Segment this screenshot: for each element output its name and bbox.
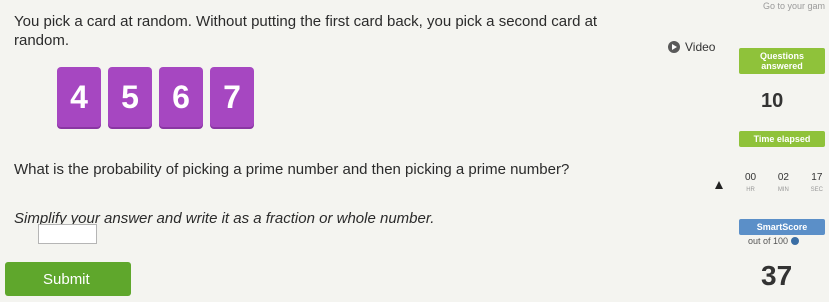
video-link[interactable]: Video bbox=[668, 40, 715, 54]
answer-input[interactable] bbox=[38, 224, 97, 244]
card: 5 bbox=[108, 67, 152, 127]
top-link[interactable]: Go to your gam bbox=[763, 1, 825, 11]
video-label: Video bbox=[685, 40, 716, 54]
card: 6 bbox=[159, 67, 203, 127]
timer: 00 HR 02 MIN 17 SEC bbox=[745, 172, 823, 193]
submit-button[interactable]: Submit bbox=[5, 262, 131, 296]
question-intro: You pick a card at random. Without putti… bbox=[14, 13, 598, 49]
smartscore-subtext: out of 100 bbox=[748, 236, 800, 246]
probability-question: What is the probability of picking a pri… bbox=[14, 161, 570, 178]
cursor-icon bbox=[715, 181, 723, 189]
questions-answered-label: Questions answered bbox=[739, 48, 825, 74]
timer-hours: 00 HR bbox=[745, 172, 757, 193]
timer-minutes: 02 MIN bbox=[777, 172, 789, 193]
card: 7 bbox=[210, 67, 254, 127]
timer-seconds: 17 SEC bbox=[810, 172, 823, 193]
questions-answered-value: 10 bbox=[761, 90, 784, 112]
time-elapsed-label: Time elapsed bbox=[739, 131, 825, 147]
play-icon bbox=[668, 41, 680, 53]
card: 4 bbox=[57, 67, 101, 127]
card-row: 4 5 6 7 bbox=[57, 67, 254, 127]
smartscore-subtext-text: out of 100 bbox=[748, 236, 789, 246]
smartscore-value: 37 bbox=[761, 260, 793, 291]
info-icon[interactable] bbox=[791, 237, 800, 245]
smartscore-label: SmartScore bbox=[739, 219, 825, 235]
